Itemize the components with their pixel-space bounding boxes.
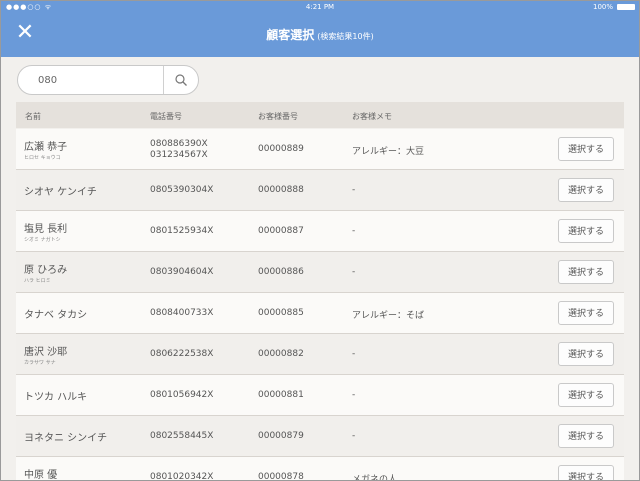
customer-memo: -: [352, 431, 356, 441]
phone-number: 0801020342X: [150, 472, 214, 481]
table-row: 塩見 長利シオミ ナガトシ 0801525934X 00000887 - 選択する: [16, 211, 624, 252]
customer-name: 広瀬 恭子: [24, 142, 68, 153]
phone-number: 080886390X: [150, 139, 208, 149]
search-icon: [175, 74, 187, 86]
battery-icon: [617, 4, 635, 10]
customer-name: 唐沢 沙耶: [24, 347, 68, 358]
search-input[interactable]: [18, 66, 164, 94]
customer-kana: ハラ ヒロミ: [24, 278, 51, 284]
col-name: 名前: [25, 112, 41, 121]
col-memo: お客様メモ: [352, 112, 392, 121]
table-row: 唐沢 沙耶カラサワ サナ 0806222538X 00000882 - 選択する: [16, 334, 624, 375]
customer-name: タナベ タカシ: [24, 310, 88, 321]
table-row: ヨネタニ シンイチ 0802558445X 00000879 - 選択する: [16, 416, 624, 457]
search-button[interactable]: [163, 66, 198, 94]
header-bar: ●●●○○ ᯤ 4:21 PM 100% ✕ 顧客選択 (検索結果10件): [1, 1, 639, 57]
customer-number: 00000881: [258, 390, 304, 400]
table-row: タナベ タカシ 0808400733X 00000885 アレルギー：そば 選択する: [16, 293, 624, 334]
customer-name: トツカ ハルキ: [24, 392, 88, 403]
customer-memo: -: [352, 226, 356, 236]
customer-memo: -: [352, 267, 356, 277]
select-button[interactable]: 選択する: [558, 301, 614, 325]
customer-kana: シオミ ナガトシ: [24, 237, 61, 243]
phone-number-secondary: 031234567X: [150, 150, 208, 160]
customer-number: 00000885: [258, 308, 304, 318]
battery-percent: 100%: [592, 3, 613, 11]
customer-name: ヨネタニ シンイチ: [24, 433, 108, 444]
customer-memo: -: [352, 185, 356, 195]
customer-name: 原 ひろみ: [24, 265, 68, 276]
phone-number: 0802558445X: [150, 431, 214, 441]
customer-number: 00000878: [258, 472, 304, 481]
page-title: 顧客選択 (検索結果10件): [1, 26, 639, 43]
customer-number: 00000882: [258, 349, 304, 359]
battery-indicator: 100%: [593, 1, 635, 13]
customer-list: 広瀬 恭子ヒロセ キョウコ 080886390X 031234567X 0000088…: [16, 129, 624, 481]
customer-number: 00000886: [258, 267, 304, 277]
select-button[interactable]: 選択する: [558, 178, 614, 202]
search-bar: [17, 65, 199, 95]
customer-number: 00000888: [258, 185, 304, 195]
phone-number: 0805390304X: [150, 185, 214, 195]
table-row: 中原 優ナカハラ ユウ0801020342X00000878メガネの人選択する: [16, 457, 624, 481]
table-row: 広瀬 恭子ヒロセ キョウコ 080886390X 031234567X 0000088…: [16, 129, 624, 170]
title-text: 顧客選択: [266, 28, 315, 42]
col-number: お客様番号: [258, 112, 298, 121]
customer-memo: -: [352, 349, 356, 359]
select-button[interactable]: 選択する: [558, 465, 614, 480]
customer-name: シオヤ ケンイチ: [24, 187, 97, 198]
table-row: トツカ ハルキ 0801056942X 00000881 - 選択する: [16, 375, 624, 416]
phone-number: 0808400733X: [150, 308, 214, 318]
customer-memo: アレルギー：大豆: [352, 147, 425, 157]
customer-number: 00000887: [258, 226, 304, 236]
phone-number: 0803904604X: [150, 267, 214, 277]
table-row: シオヤ ケンイチ 0805390304X 00000888 - 選択する: [16, 170, 624, 211]
select-button[interactable]: 選択する: [558, 137, 614, 161]
phone-number: 0801525934X: [150, 226, 214, 236]
status-time: 4:21 PM: [305, 3, 335, 11]
select-button[interactable]: 選択する: [558, 260, 614, 284]
customer-memo: アレルギー：そば: [352, 311, 425, 321]
table-row: 原 ひろみハラ ヒロミ 0803904604X 00000886 - 選択する: [16, 252, 624, 293]
select-button[interactable]: 選択する: [558, 342, 614, 366]
customer-kana: カラサワ サナ: [24, 360, 56, 366]
result-count: (検索結果10件): [317, 32, 374, 41]
table-header: 名前 電話番号 お客様番号 お客様メモ: [16, 102, 624, 128]
phone-number: 0806222538X: [150, 349, 214, 359]
select-button[interactable]: 選択する: [558, 219, 614, 243]
customer-kana: ヒロセ キョウコ: [24, 155, 61, 161]
col-phone: 電話番号: [150, 112, 182, 121]
status-bar: ●●●○○ ᯤ 4:21 PM 100%: [1, 1, 639, 13]
customer-memo: -: [352, 390, 356, 400]
app-window: ●●●○○ ᯤ 4:21 PM 100% ✕ 顧客選択(検索結果10件) 名前 …: [0, 0, 640, 481]
select-button[interactable]: 選択する: [558, 383, 614, 407]
customer-number: 00000889: [258, 144, 304, 154]
customer-memo: メガネの人: [352, 475, 398, 481]
customer-name: 中原 優: [24, 470, 58, 481]
phone-number: 0801056942X: [150, 390, 214, 400]
select-button[interactable]: 選択する: [558, 424, 614, 448]
customer-name: 塩見 長利: [24, 224, 68, 235]
customer-number: 00000879: [258, 431, 304, 441]
